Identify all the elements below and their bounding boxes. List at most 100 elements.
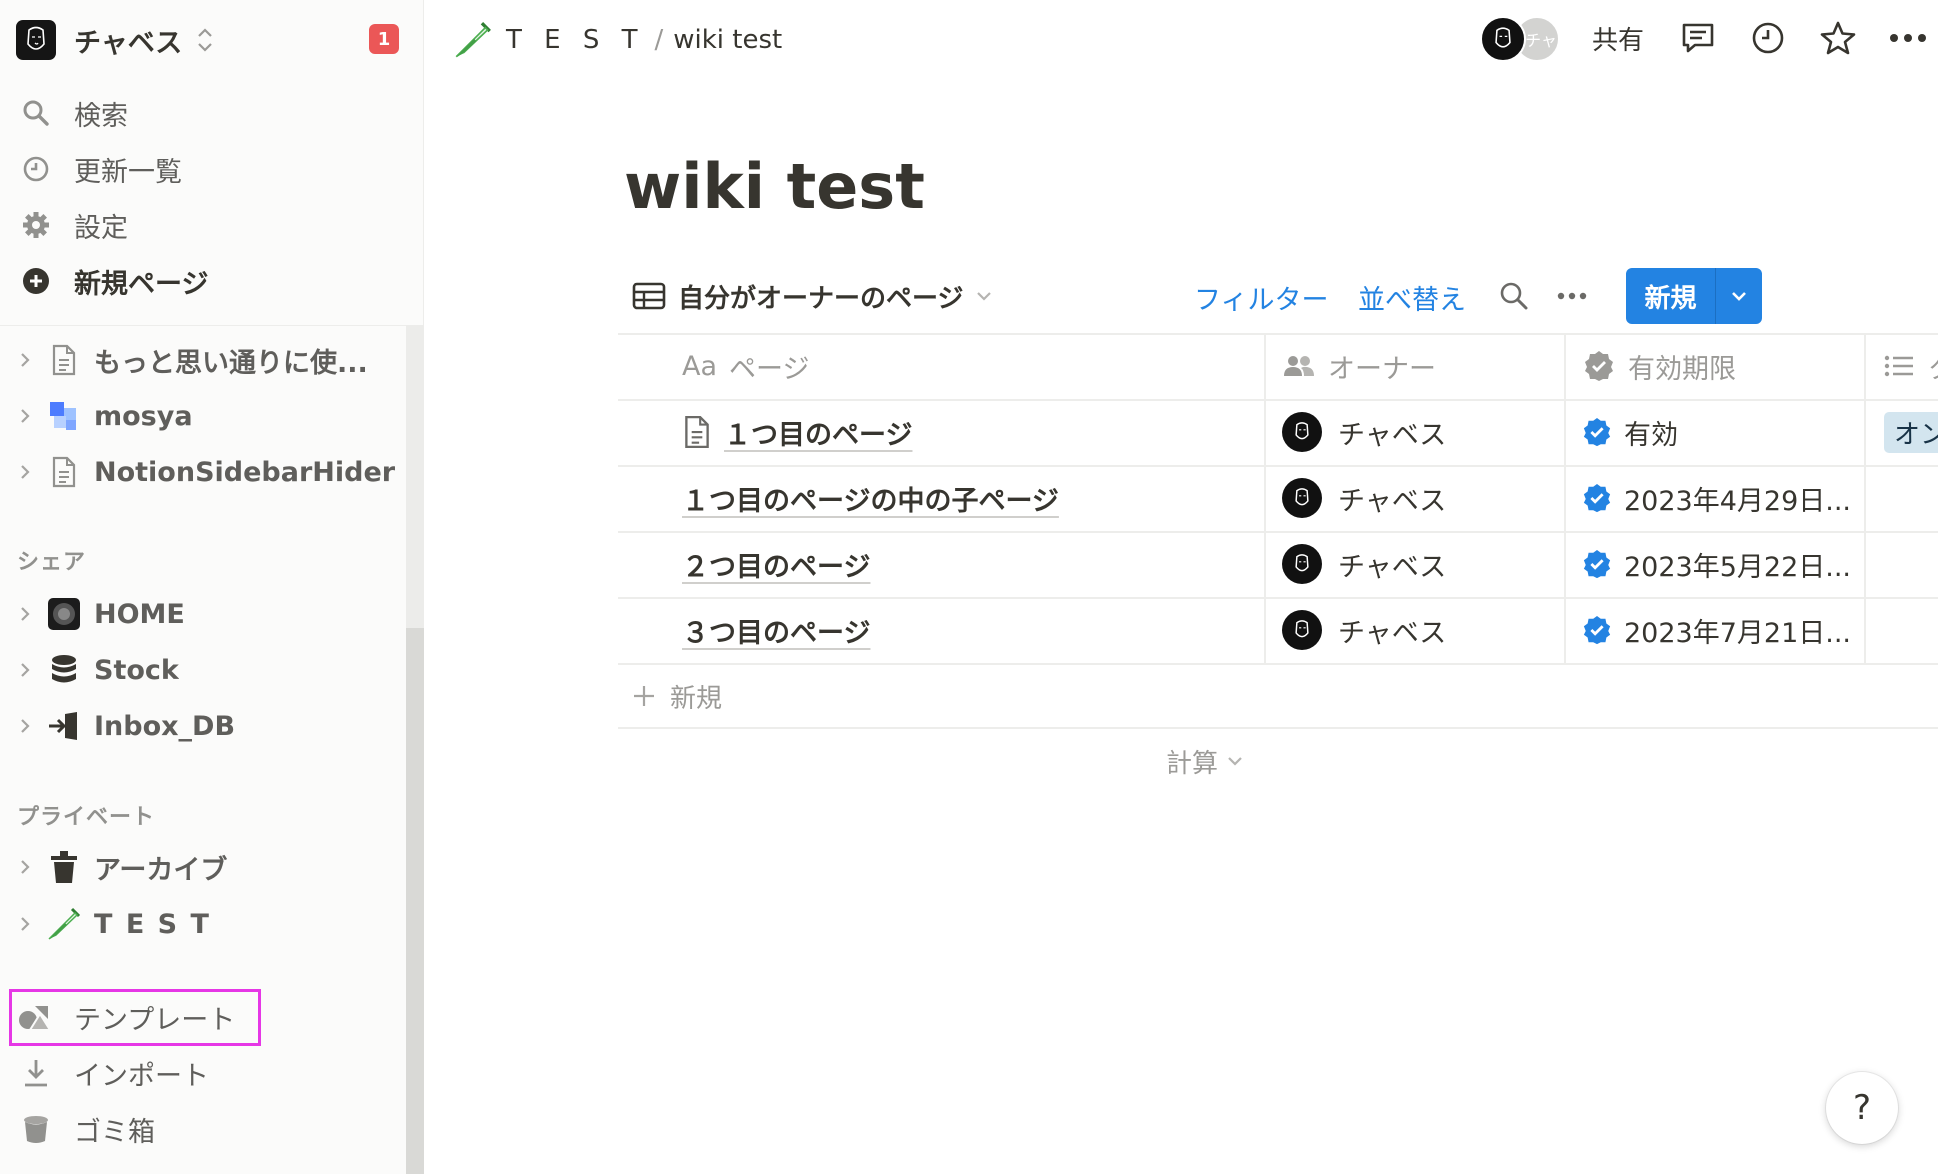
sidebar-item-label: インポート: [74, 1060, 209, 1092]
chevron-right-icon[interactable]: [10, 457, 40, 487]
table-border: [618, 333, 1938, 335]
sidebar-page-label: T E S T: [94, 908, 211, 940]
sidebar-page-item[interactable]: Inbox_DB: [10, 701, 406, 751]
add-row-button[interactable]: 新規: [632, 664, 722, 728]
row-title-text: １つ目のページの中の子ページ: [682, 485, 1059, 517]
table-row-title[interactable]: ２つ目のページ: [682, 531, 870, 597]
sidebar-item-import[interactable]: インポート: [16, 1049, 406, 1097]
sidebar-item-updates[interactable]: 更新一覧: [16, 145, 406, 193]
sidebar-page-item[interactable]: mosya: [10, 391, 406, 441]
table-row-title[interactable]: １つ目のページの中の子ページ: [682, 465, 1059, 531]
notification-badge[interactable]: 1: [369, 24, 399, 54]
avatar: [1282, 478, 1322, 518]
new-button-label[interactable]: 新規: [1626, 268, 1716, 324]
sidebar-item-label: 検索: [74, 100, 128, 132]
collaborator-avatars[interactable]: チャ: [1479, 13, 1564, 63]
table-row-owner[interactable]: チャベス: [1282, 597, 1446, 663]
topbar-actions: チャ 共有: [1479, 12, 1938, 64]
help-button[interactable]: ?: [1826, 1072, 1898, 1144]
column-header-tags[interactable]: タ: [1882, 333, 1938, 399]
templates-highlight-box: [9, 989, 261, 1046]
sidebar-divider: [0, 325, 406, 326]
sort-button[interactable]: 並べ替え: [1358, 278, 1466, 317]
column-header-verification[interactable]: 有効期限: [1582, 333, 1736, 399]
sidebar-item-label: 設定: [74, 212, 128, 244]
verification-text: 2023年4月29日...: [1624, 485, 1851, 517]
test-tube-icon: [44, 904, 84, 944]
sidebar-page-item[interactable]: Stock: [10, 645, 406, 695]
star-icon[interactable]: [1816, 16, 1860, 60]
owner-name: チャベス: [1338, 419, 1447, 451]
table-row-verification[interactable]: 2023年4月29日...: [1582, 465, 1851, 531]
table-row-verification[interactable]: 2023年7月21日...: [1582, 597, 1851, 663]
clock-icon[interactable]: [1746, 16, 1790, 60]
sidebar-page-label: Inbox_DB: [94, 710, 236, 742]
sidebar-page-item[interactable]: HOME: [10, 589, 406, 639]
share-button[interactable]: 共有: [1592, 20, 1644, 57]
sidebar-page-label: NotionSidebarHider: [94, 456, 396, 488]
comment-icon[interactable]: [1676, 16, 1720, 60]
table-row-title[interactable]: １つ目のページ: [682, 399, 912, 465]
sidebar-page-item[interactable]: NotionSidebarHider: [10, 447, 406, 497]
chevron-right-icon[interactable]: [10, 655, 40, 685]
chevron-down-icon[interactable]: [1716, 268, 1762, 324]
view-selector[interactable]: 自分がオーナーのページ: [632, 274, 993, 318]
row-title-text: ２つ目のページ: [682, 551, 871, 583]
owner-name: チャベス: [1338, 485, 1447, 517]
table-row-verification[interactable]: 有効: [1582, 399, 1678, 465]
sidebar-page-item[interactable]: アーカイブ: [10, 842, 406, 892]
table-row-owner[interactable]: チャベス: [1282, 465, 1446, 531]
sidebar-scrollbar-thumb[interactable]: [406, 628, 424, 1174]
table-row-verification[interactable]: 2023年5月22日...: [1582, 531, 1851, 597]
table-border: [618, 663, 1938, 665]
sidebar-item-trash[interactable]: ゴミ箱: [16, 1105, 406, 1153]
sidebar-page-item[interactable]: T E S T: [10, 899, 406, 949]
column-divider: [1264, 333, 1266, 665]
verified-icon: [1583, 615, 1611, 645]
column-header-owner[interactable]: オーナー: [1282, 333, 1436, 399]
workspace-switcher[interactable]: チャベス 1: [16, 18, 406, 62]
tag-badge: オン: [1884, 411, 1938, 453]
filter-button[interactable]: フィルター: [1194, 278, 1328, 317]
people-icon: [1282, 349, 1316, 383]
verified-icon: [1583, 483, 1611, 513]
plus-circle-icon: [16, 261, 56, 301]
sidebar-item-label: 新規ページ: [74, 268, 209, 300]
table-row-owner[interactable]: チャベス: [1282, 399, 1446, 465]
calculate-label: 計算: [1166, 748, 1219, 779]
search-icon[interactable]: [1496, 278, 1532, 314]
new-entry-button[interactable]: 新規: [1626, 268, 1762, 324]
row-title-text: ３つ目のページ: [682, 617, 871, 649]
table-row-title[interactable]: ３つ目のページ: [682, 597, 870, 663]
chevron-right-icon[interactable]: [10, 599, 40, 629]
avatar: [1282, 544, 1322, 584]
more-icon[interactable]: [1554, 278, 1590, 314]
sidebar-page-item[interactable]: もっと思い通りに使...: [10, 335, 406, 385]
table-row-tags[interactable]: オン: [1884, 399, 1938, 465]
column-divider: [1864, 333, 1866, 665]
chevron-right-icon[interactable]: [10, 852, 40, 882]
chevron-right-icon[interactable]: [10, 345, 40, 375]
calculate-button[interactable]: 計算: [1166, 736, 1244, 786]
chevron-right-icon[interactable]: [10, 401, 40, 431]
section-label-private: プライベート: [17, 805, 156, 830]
sidebar-item-new-page[interactable]: 新規ページ: [16, 257, 406, 305]
test-tube-icon: [455, 22, 491, 58]
sidebar-item-settings[interactable]: 設定: [16, 201, 406, 249]
column-header-page[interactable]: Aa ページ: [682, 333, 809, 399]
chevron-right-icon[interactable]: [10, 909, 40, 939]
breadcrumb-item-current[interactable]: wiki test: [673, 25, 782, 55]
mosya-logo-icon: [44, 396, 84, 436]
table-row-owner[interactable]: チャベス: [1282, 531, 1446, 597]
verified-icon: [1583, 549, 1611, 579]
owner-name: チャベス: [1338, 551, 1447, 583]
table-icon: [632, 282, 666, 310]
verification-text: 有効: [1624, 419, 1678, 451]
verification-text: 2023年7月21日...: [1624, 617, 1851, 649]
chevron-right-icon[interactable]: [10, 711, 40, 741]
more-icon[interactable]: [1886, 16, 1930, 60]
breadcrumb-item-test[interactable]: T E S T: [506, 25, 645, 55]
avatar: [1282, 412, 1322, 452]
sidebar-item-search[interactable]: 検索: [16, 89, 406, 137]
page-title[interactable]: wiki test: [624, 150, 925, 223]
